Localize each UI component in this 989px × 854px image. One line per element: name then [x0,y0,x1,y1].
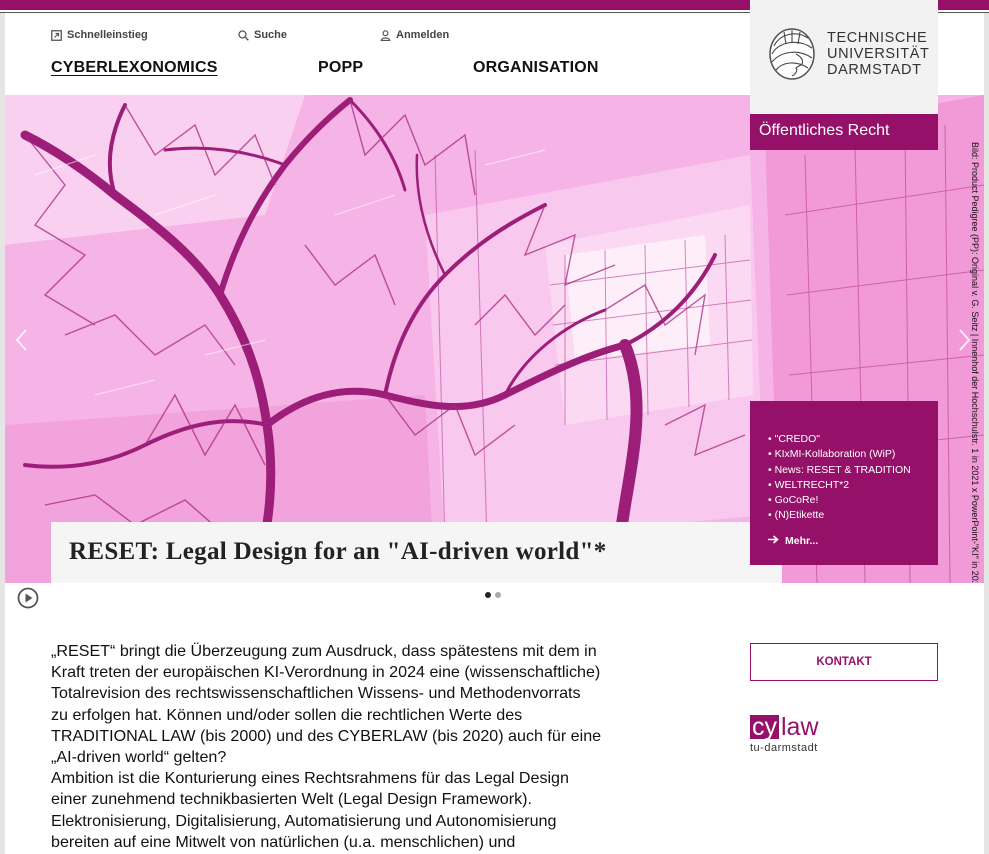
cylaw-law: law [781,713,819,741]
nav-item-cyberlexonomics[interactable]: CYBERLEXONOMICS [51,59,218,77]
cylaw-wordmark: cy law [750,713,819,741]
university-name-line1: TECHNISCHE [827,30,928,46]
intro-line: Kraft treten der europäischen KI-Verordn… [51,663,601,682]
play-icon[interactable] [17,587,39,614]
university-logo[interactable]: TECHNISCHE UNIVERSITÄT DARMSTADT [750,0,938,114]
intro-line: Ambition ist die Konturierung eines Rech… [51,769,569,788]
intro-line: „RESET“ bringt die Überzeugung zum Ausdr… [51,642,597,660]
contact-button[interactable]: KONTAKT [750,643,938,681]
slider-prev-arrow[interactable] [14,328,28,357]
hero-caption: RESET: Legal Design for an "AI-driven wo… [51,522,782,583]
intro-line: bereiten auf eine Mitwelt von natürliche… [51,832,516,851]
slider-dot[interactable] [485,592,491,598]
login-link[interactable]: Anmelden [380,29,449,41]
slider-dots [485,592,501,598]
intro-line: TRADITIONAL LAW (bis 2000) und des CYBER… [51,726,602,745]
university-name-line2: UNIVERSITÄT [827,46,930,62]
quick-access-label: Schnelleinstieg [67,29,148,41]
more-label: Mehr... [785,535,819,547]
hero-link-gocore[interactable]: • GoCoRe! [768,493,938,508]
cylaw-cy: cy [750,713,779,741]
cylaw-subtitle: tu-darmstadt [750,742,818,754]
hero-link-credo[interactable]: • "CREDO" [768,432,938,447]
arrow-right-icon [768,535,779,547]
hero-links-panel: • "CREDO" • KIxMI-Kollaboration (WiP) • … [750,401,938,565]
intro-line: zu erfolgen hat. Können und/oder sollen … [51,705,523,724]
image-credit-text: Bild: Product Pedigree (PP): Original v.… [970,142,980,582]
search-label: Suche [254,29,288,41]
external-box-icon [51,29,62,41]
slider-dot[interactable] [495,592,501,598]
more-link[interactable]: Mehr... [768,535,818,547]
hero-link-netikette[interactable]: • (N)Etikette [768,508,938,523]
institute-label[interactable]: Öffentliches Recht [750,114,938,150]
hero-links-list: • "CREDO" • KIxMI-Kollaboration (WiP) • … [768,432,938,524]
cylaw-logo[interactable]: cy law tu-darmstadt [750,715,819,754]
hero-link-news[interactable]: • News: RESET & TRADITION [768,463,938,478]
image-credit: Bild: Product Pedigree (PP): Original v.… [968,142,982,582]
university-name-line3: DARMSTADT [827,62,922,78]
user-icon [380,29,391,41]
search-link[interactable]: Suche [238,29,287,41]
university-name: TECHNISCHE UNIVERSITÄT DARMSTADT [827,30,929,78]
hero-caption-title: RESET: Legal Design for an "AI-driven wo… [69,538,607,565]
intro-line: Elektronisierung, Digitalisierung, Autom… [51,811,557,830]
intro-line: „AI-driven world“ gelten? [51,748,227,767]
intro-text: „RESET“ bringt die Überzeugung zum Ausdr… [51,641,641,853]
search-icon [238,29,249,41]
page-frame-right [984,13,989,854]
intro-line: einer zunehmend technikbasierten Welt (L… [51,790,532,809]
nav-item-popp[interactable]: POPP [318,59,363,77]
login-label: Anmelden [396,29,450,41]
athena-head-icon [766,24,818,89]
hero-link-kixmi[interactable]: • KIxMI-Kollaboration (WiP) [768,447,938,462]
hero-link-weltrecht[interactable]: • WELTRECHT*2 [768,478,938,493]
quick-access-link[interactable]: Schnelleinstieg [51,29,148,41]
intro-line: Totalrevision des rechtswissenschaftlich… [51,684,581,703]
nav-item-organisation[interactable]: ORGANISATION [473,59,599,77]
